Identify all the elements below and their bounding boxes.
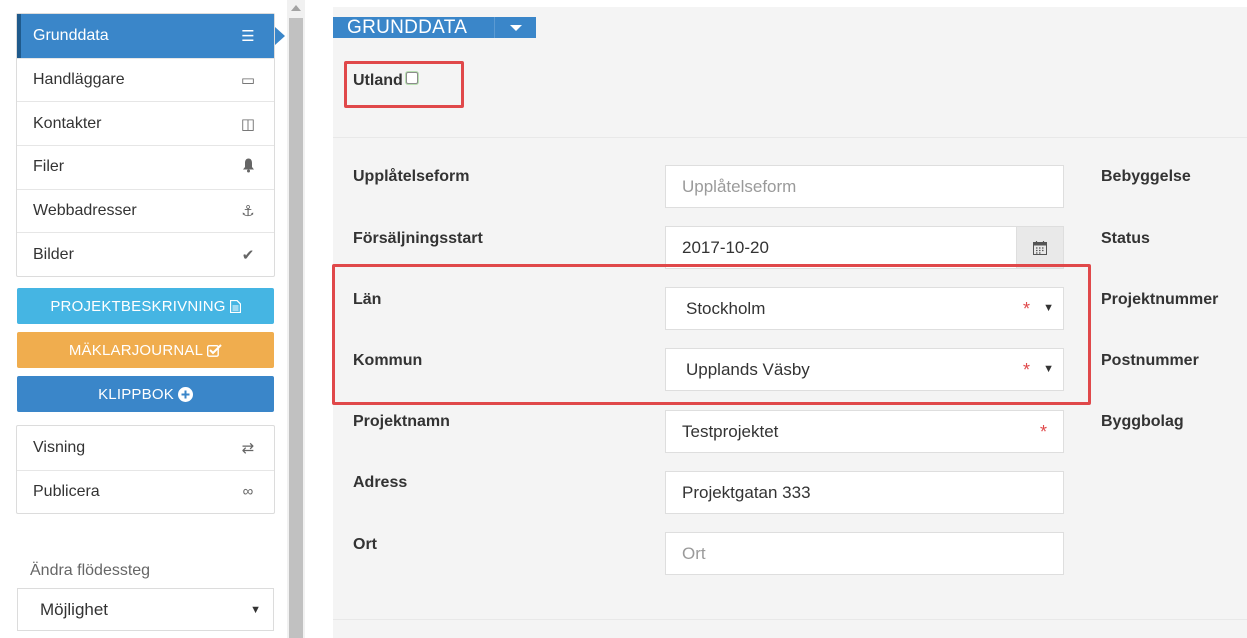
section-header: GRUNDDATA (333, 17, 536, 38)
utland-field: Utland (353, 72, 418, 90)
forsaljningsstart-label: Försäljningsstart (353, 230, 483, 247)
columns-icon: ◫ (240, 115, 256, 133)
sidebar-item-label: Kontakter (33, 114, 102, 132)
projektnummer-label: Projektnummer (1101, 291, 1219, 308)
sidebar-nav: Grunddata ☰ Handläggare ▭ Kontakter ◫ Fi… (16, 13, 285, 278)
scrollbar-thumb[interactable] (289, 18, 303, 638)
required-marker: * (1022, 299, 1030, 319)
ort-placeholder: Ort (682, 543, 706, 563)
status-label: Status (1101, 230, 1150, 247)
kommun-label: Kommun (353, 352, 423, 369)
projektnamn-input[interactable]: Testprojektet * (665, 410, 1064, 453)
lan-value: Stockholm (686, 298, 766, 318)
sidebar-item-label: Grunddata (33, 26, 109, 44)
adress-value: Projektgatan 333 (682, 482, 811, 502)
upplatelseform-input[interactable]: Upplåtelseform (665, 165, 1064, 208)
calendar-button[interactable] (1016, 227, 1063, 268)
divider (333, 619, 1247, 620)
edit-checkbox-icon (207, 343, 222, 357)
byggbolag-label: Byggbolag (1101, 413, 1184, 430)
utland-label: Utland (353, 72, 403, 89)
sidebar-item-label: Bilder (33, 245, 74, 263)
flow-step-value: Möjlighet (40, 599, 109, 619)
sidebar-scrollbar[interactable] (287, 0, 305, 638)
projektbeskrivning-button[interactable]: PROJEKTBESKRIVNING (17, 288, 274, 324)
sidebar-item-handlaggare[interactable]: Handläggare ▭ (17, 57, 274, 102)
sidebar-item-label: Publicera (33, 482, 100, 500)
forsaljningsstart-value: 2017-10-20 (682, 237, 769, 257)
caret-down-icon: ▼ (250, 603, 261, 616)
link-icon: ∞ (242, 483, 254, 501)
main-panel: GRUNDDATA Utland Upplåtelseform Försäljn… (332, 7, 1247, 638)
projektnamn-label: Projektnamn (353, 413, 450, 430)
klippbok-button-label: KLIPPBOK (98, 385, 174, 403)
caret-down-icon: ▼ (1043, 363, 1054, 375)
sidebar-item-label: Filer (33, 158, 65, 176)
sidebar-item-grunddata[interactable]: Grunddata ☰ (17, 14, 285, 58)
bebyggelse-label: Bebyggelse (1101, 168, 1191, 185)
klippbok-button[interactable]: KLIPPBOK (17, 376, 274, 412)
check-icon: ✔ (241, 246, 255, 264)
adress-label: Adress (353, 474, 408, 491)
upplatelseform-label: Upplåtelseform (353, 168, 470, 185)
bell-icon (238, 158, 258, 177)
required-marker: * (1039, 422, 1047, 442)
maklarjournal-button-label: MÄKLARJOURNAL (68, 341, 204, 359)
kommun-select[interactable]: Upplands Väsby * ▼ (665, 348, 1064, 391)
sidebar-item-webbadresser[interactable]: Webbadresser ⚓ (17, 188, 274, 233)
section-title: GRUNDDATA (347, 17, 468, 38)
sidebar-item-filer[interactable]: Filer (17, 145, 274, 189)
caret-down-icon (509, 24, 522, 31)
file-text-icon (229, 299, 241, 313)
sidebar-item-label: Visning (33, 438, 86, 456)
calendar-icon (1033, 240, 1047, 255)
forsaljningsstart-input[interactable]: 2017-10-20 (665, 226, 1064, 269)
plus-circle-icon (177, 386, 193, 402)
laptop-icon: ▭ (240, 72, 256, 90)
adress-input[interactable]: Projektgatan 333 (665, 471, 1064, 514)
flow-step-label: Ändra flödessteg (30, 562, 151, 579)
exchange-icon: ⇄ (241, 439, 255, 457)
sidebar-item-label: Webbadresser (33, 202, 137, 220)
ort-label: Ort (353, 536, 377, 553)
sidebar-item-publicera[interactable]: Publicera ∞ (17, 469, 274, 514)
sidebar-item-bilder[interactable]: Bilder ✔ (17, 232, 274, 276)
required-marker: * (1022, 360, 1030, 380)
scroll-up-arrow-icon[interactable] (291, 5, 301, 11)
postnummer-label: Postnummer (1101, 352, 1199, 369)
ort-input[interactable]: Ort (665, 532, 1064, 575)
lan-select[interactable]: Stockholm * ▼ (665, 287, 1064, 330)
kommun-value: Upplands Väsby (686, 359, 810, 379)
list-icon: ☰ (241, 27, 255, 45)
utland-checkbox[interactable] (405, 72, 418, 84)
sidebar: Grunddata ☰ Handläggare ▭ Kontakter ◫ Fi… (0, 0, 287, 638)
projektbeskrivning-button-label: PROJEKTBESKRIVNING (50, 297, 226, 315)
upplatelseform-placeholder: Upplåtelseform (682, 176, 797, 196)
flow-step-select[interactable]: Möjlighet ▼ (17, 588, 274, 631)
sidebar-item-visning[interactable]: Visning ⇄ (17, 426, 274, 470)
sidebar-item-label: Handläggare (33, 71, 125, 89)
anchor-icon: ⚓ (241, 203, 255, 221)
section-toggle-button[interactable] (494, 17, 536, 38)
sidebar-actions: Visning ⇄ Publicera ∞ (16, 425, 275, 514)
projektnamn-value: Testprojektet (682, 421, 779, 441)
maklarjournal-button[interactable]: MÄKLARJOURNAL (17, 332, 274, 368)
caret-down-icon: ▼ (1043, 302, 1054, 314)
divider (333, 137, 1247, 138)
lan-label: Län (353, 291, 382, 308)
sidebar-item-kontakter[interactable]: Kontakter ◫ (17, 101, 274, 145)
